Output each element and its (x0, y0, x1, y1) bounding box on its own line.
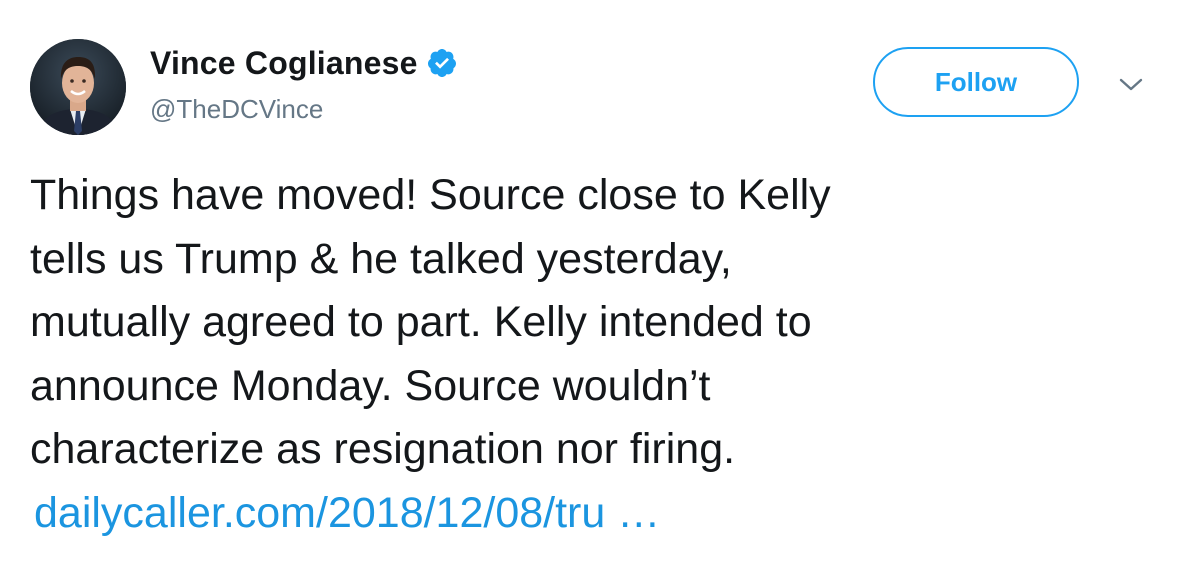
tweet-text-line: Things have moved! Source close to Kelly (30, 171, 831, 219)
tweet-text-line: announce Monday. Source wouldn’t (30, 361, 711, 410)
tweet-link[interactable]: dailycaller.com/2018/12/08/tru … (30, 482, 1160, 546)
verified-badge-icon (426, 47, 458, 79)
avatar[interactable] (30, 39, 126, 135)
tweet-card: Vince Coglianese @TheDCVince Follow Thin… (0, 0, 1194, 570)
display-name[interactable]: Vince Coglianese (150, 43, 418, 83)
user-handle[interactable]: @TheDCVince (150, 94, 323, 124)
tweet-text-line: characterize as resignation nor firing. (30, 425, 736, 473)
avatar-image (30, 39, 126, 135)
tweet-text-line: mutually agreed to part. Kelly intended … (30, 298, 812, 346)
tweet-text: Things have moved! Source close to Kelly… (30, 164, 1160, 545)
author-name-row: Vince Coglianese (150, 43, 458, 83)
follow-button[interactable]: Follow (873, 47, 1079, 117)
chevron-down-icon[interactable] (1118, 76, 1144, 94)
tweet-text-line: tells us Trump & he talked yesterday, (30, 234, 732, 283)
